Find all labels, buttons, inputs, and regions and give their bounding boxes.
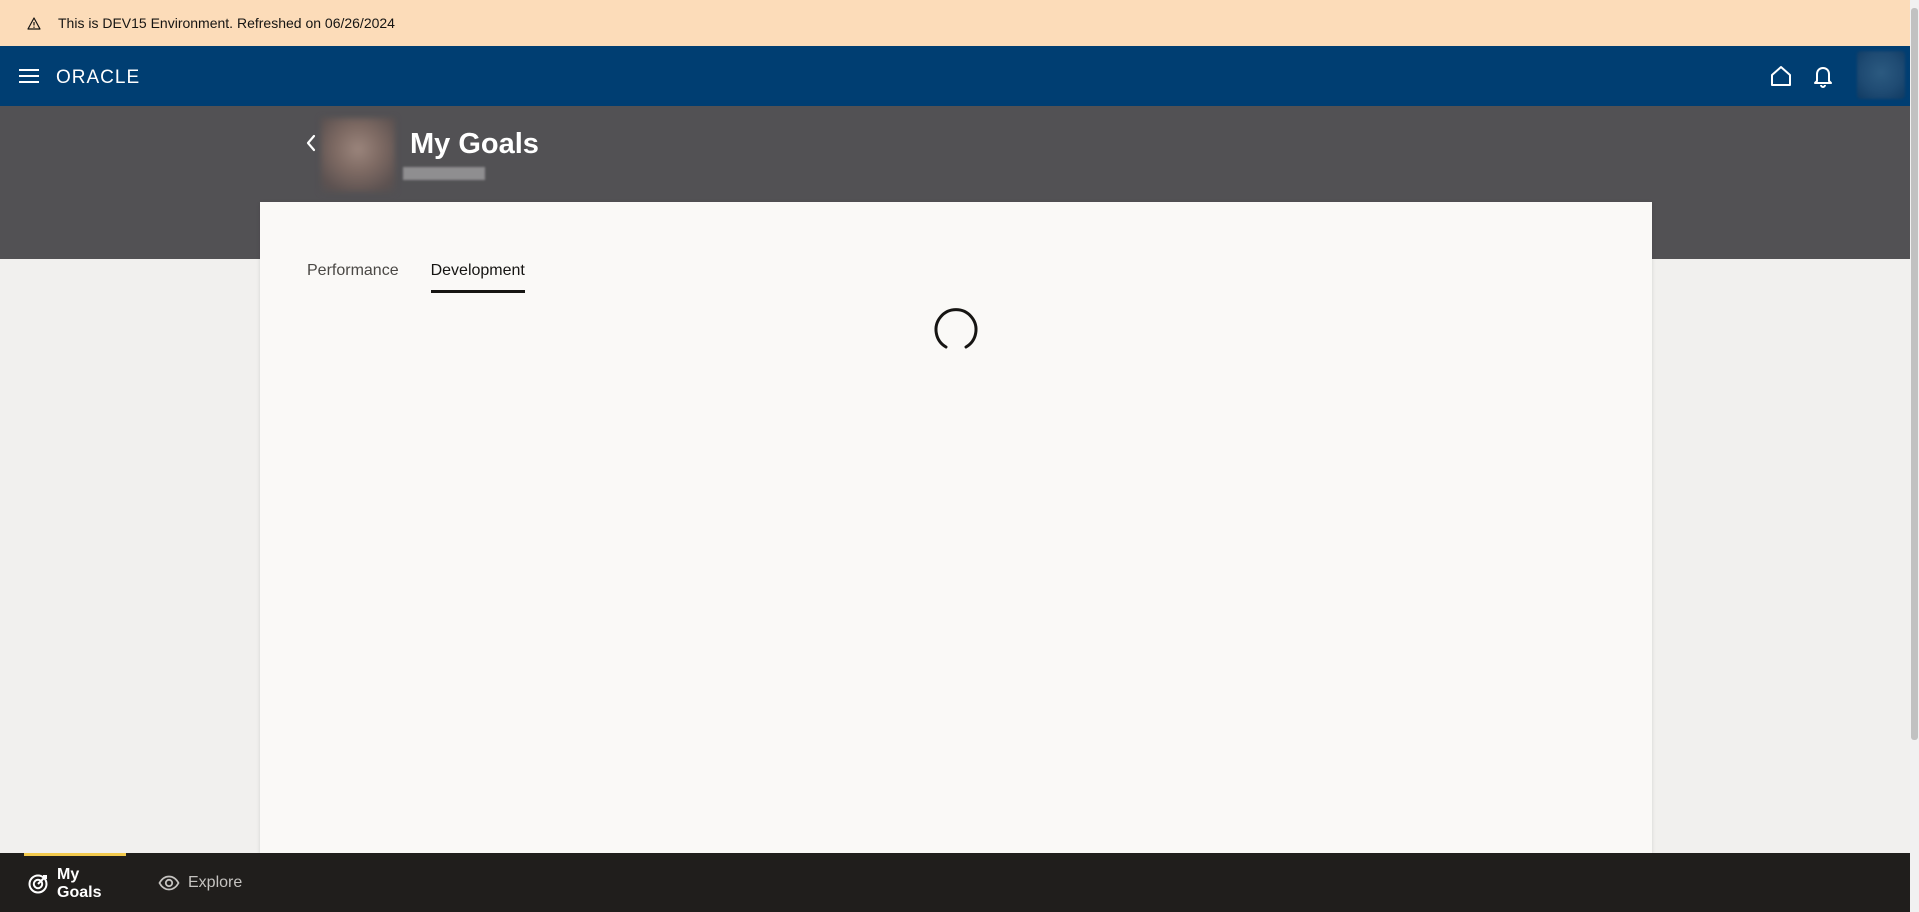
warning-icon: [26, 15, 42, 31]
bottom-nav-explore-label: Explore: [188, 873, 243, 891]
tab-development[interactable]: Development: [430, 262, 525, 293]
oracle-logo-text: ORACLE: [56, 67, 140, 88]
bottom-nav-explore[interactable]: Explore: [158, 853, 242, 912]
bottom-nav-my-goals-label: My Goals: [57, 866, 102, 901]
top-navigation-bar: ORACLE: [0, 46, 1910, 106]
scrollbar-thumb[interactable]: [1911, 8, 1918, 740]
home-icon[interactable]: [1768, 63, 1794, 89]
subtitle-redacted: [403, 167, 485, 180]
bottom-nav-my-goals[interactable]: My Goals: [24, 853, 126, 912]
page-title: My Goals: [410, 128, 539, 160]
profile-photo: [321, 118, 395, 192]
user-avatar[interactable]: [1857, 51, 1905, 99]
goal-tabs: Performance Development: [307, 262, 525, 293]
oracle-logo[interactable]: ORACLE: [56, 64, 160, 88]
environment-banner: This is DEV15 Environment. Refreshed on …: [0, 0, 1919, 46]
bottom-navigation: My Goals Explore: [0, 853, 1910, 912]
bell-icon[interactable]: [1810, 63, 1836, 89]
tab-performance[interactable]: Performance: [307, 262, 399, 293]
loading-spinner-icon: [930, 305, 982, 357]
eye-icon: [158, 872, 180, 894]
target-icon: [27, 873, 49, 895]
back-icon[interactable]: [302, 131, 322, 155]
environment-banner-text: This is DEV15 Environment. Refreshed on …: [58, 15, 395, 31]
goals-card: Performance Development: [260, 202, 1652, 854]
menu-icon[interactable]: [18, 66, 40, 86]
